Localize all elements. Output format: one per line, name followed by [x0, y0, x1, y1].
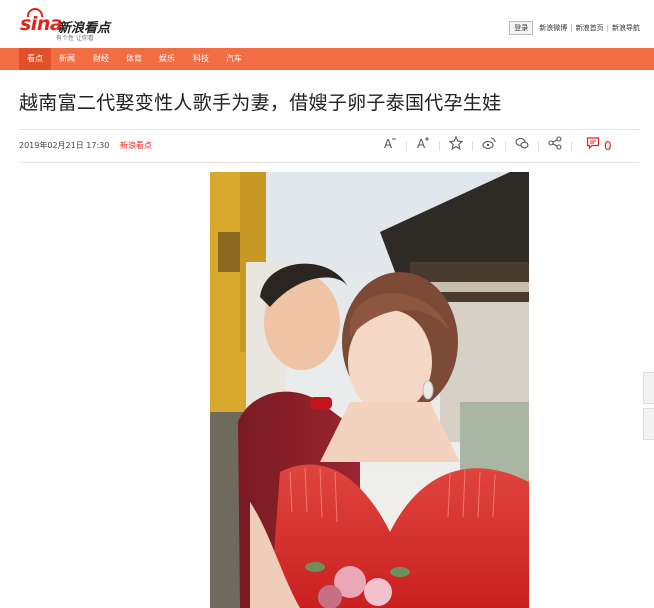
nav-item-finance[interactable]: 财经 [86, 48, 116, 70]
login-button[interactable]: 登录 [509, 21, 534, 35]
article-photo [210, 172, 529, 608]
wechat-share-icon[interactable] [512, 136, 532, 156]
logo-text: sina [20, 13, 63, 35]
nav-item-sports[interactable]: 体育 [119, 48, 149, 70]
font-increase-icon[interactable]: A [413, 136, 433, 156]
nav-item-news[interactable]: 新闻 [52, 48, 82, 70]
sina-logo[interactable]: sina 新浪看点 有个性 让你看 [20, 8, 112, 42]
article-meta: 2019年02月21日 17:30 新浪看点 [19, 140, 152, 151]
comment-count[interactable]: 0 [604, 136, 612, 156]
font-decrease-icon[interactable]: A [380, 136, 400, 156]
link-weibo[interactable]: 新浪微博 [539, 23, 567, 33]
meta-divider [19, 162, 639, 163]
article-source[interactable]: 新浪看点 [120, 141, 152, 150]
nav-item-kandian[interactable]: 看点 [19, 48, 51, 70]
link-sina-home[interactable]: 新浪首页 [576, 23, 604, 33]
comment-icon[interactable] [583, 136, 603, 156]
nav-item-entertainment[interactable]: 娱乐 [152, 48, 182, 70]
side-float-button[interactable] [643, 408, 654, 440]
top-links: 登录 新浪微博 | 新浪首页 | 新浪导航 [509, 21, 640, 35]
top-bar: sina 新浪看点 有个性 让你看 登录 新浪微博 | 新浪首页 | 新浪导航 [0, 0, 654, 48]
share-icon[interactable] [545, 136, 565, 156]
article-toolbar: A A 0 [378, 135, 638, 156]
nav-item-tech[interactable]: 科技 [186, 48, 216, 70]
publish-date: 2019年02月21日 17:30 [19, 141, 110, 150]
link-sina-nav[interactable]: 新浪导航 [612, 23, 640, 33]
svg-text:A: A [384, 137, 393, 150]
svg-text:A: A [417, 137, 426, 150]
article-title: 越南富二代娶变性人歌手为妻，借嫂子卵子泰国代孕生娃 [19, 92, 502, 114]
favorite-star-icon[interactable] [446, 135, 466, 156]
title-divider [19, 129, 639, 130]
nav-item-auto[interactable]: 汽车 [219, 48, 249, 70]
weibo-share-icon[interactable] [479, 136, 499, 156]
side-float-button[interactable] [643, 372, 654, 404]
main-nav: 看点 新闻 财经 体育 娱乐 科技 汽车 [0, 48, 654, 70]
logo-slogan: 有个性 让你看 [56, 35, 94, 42]
